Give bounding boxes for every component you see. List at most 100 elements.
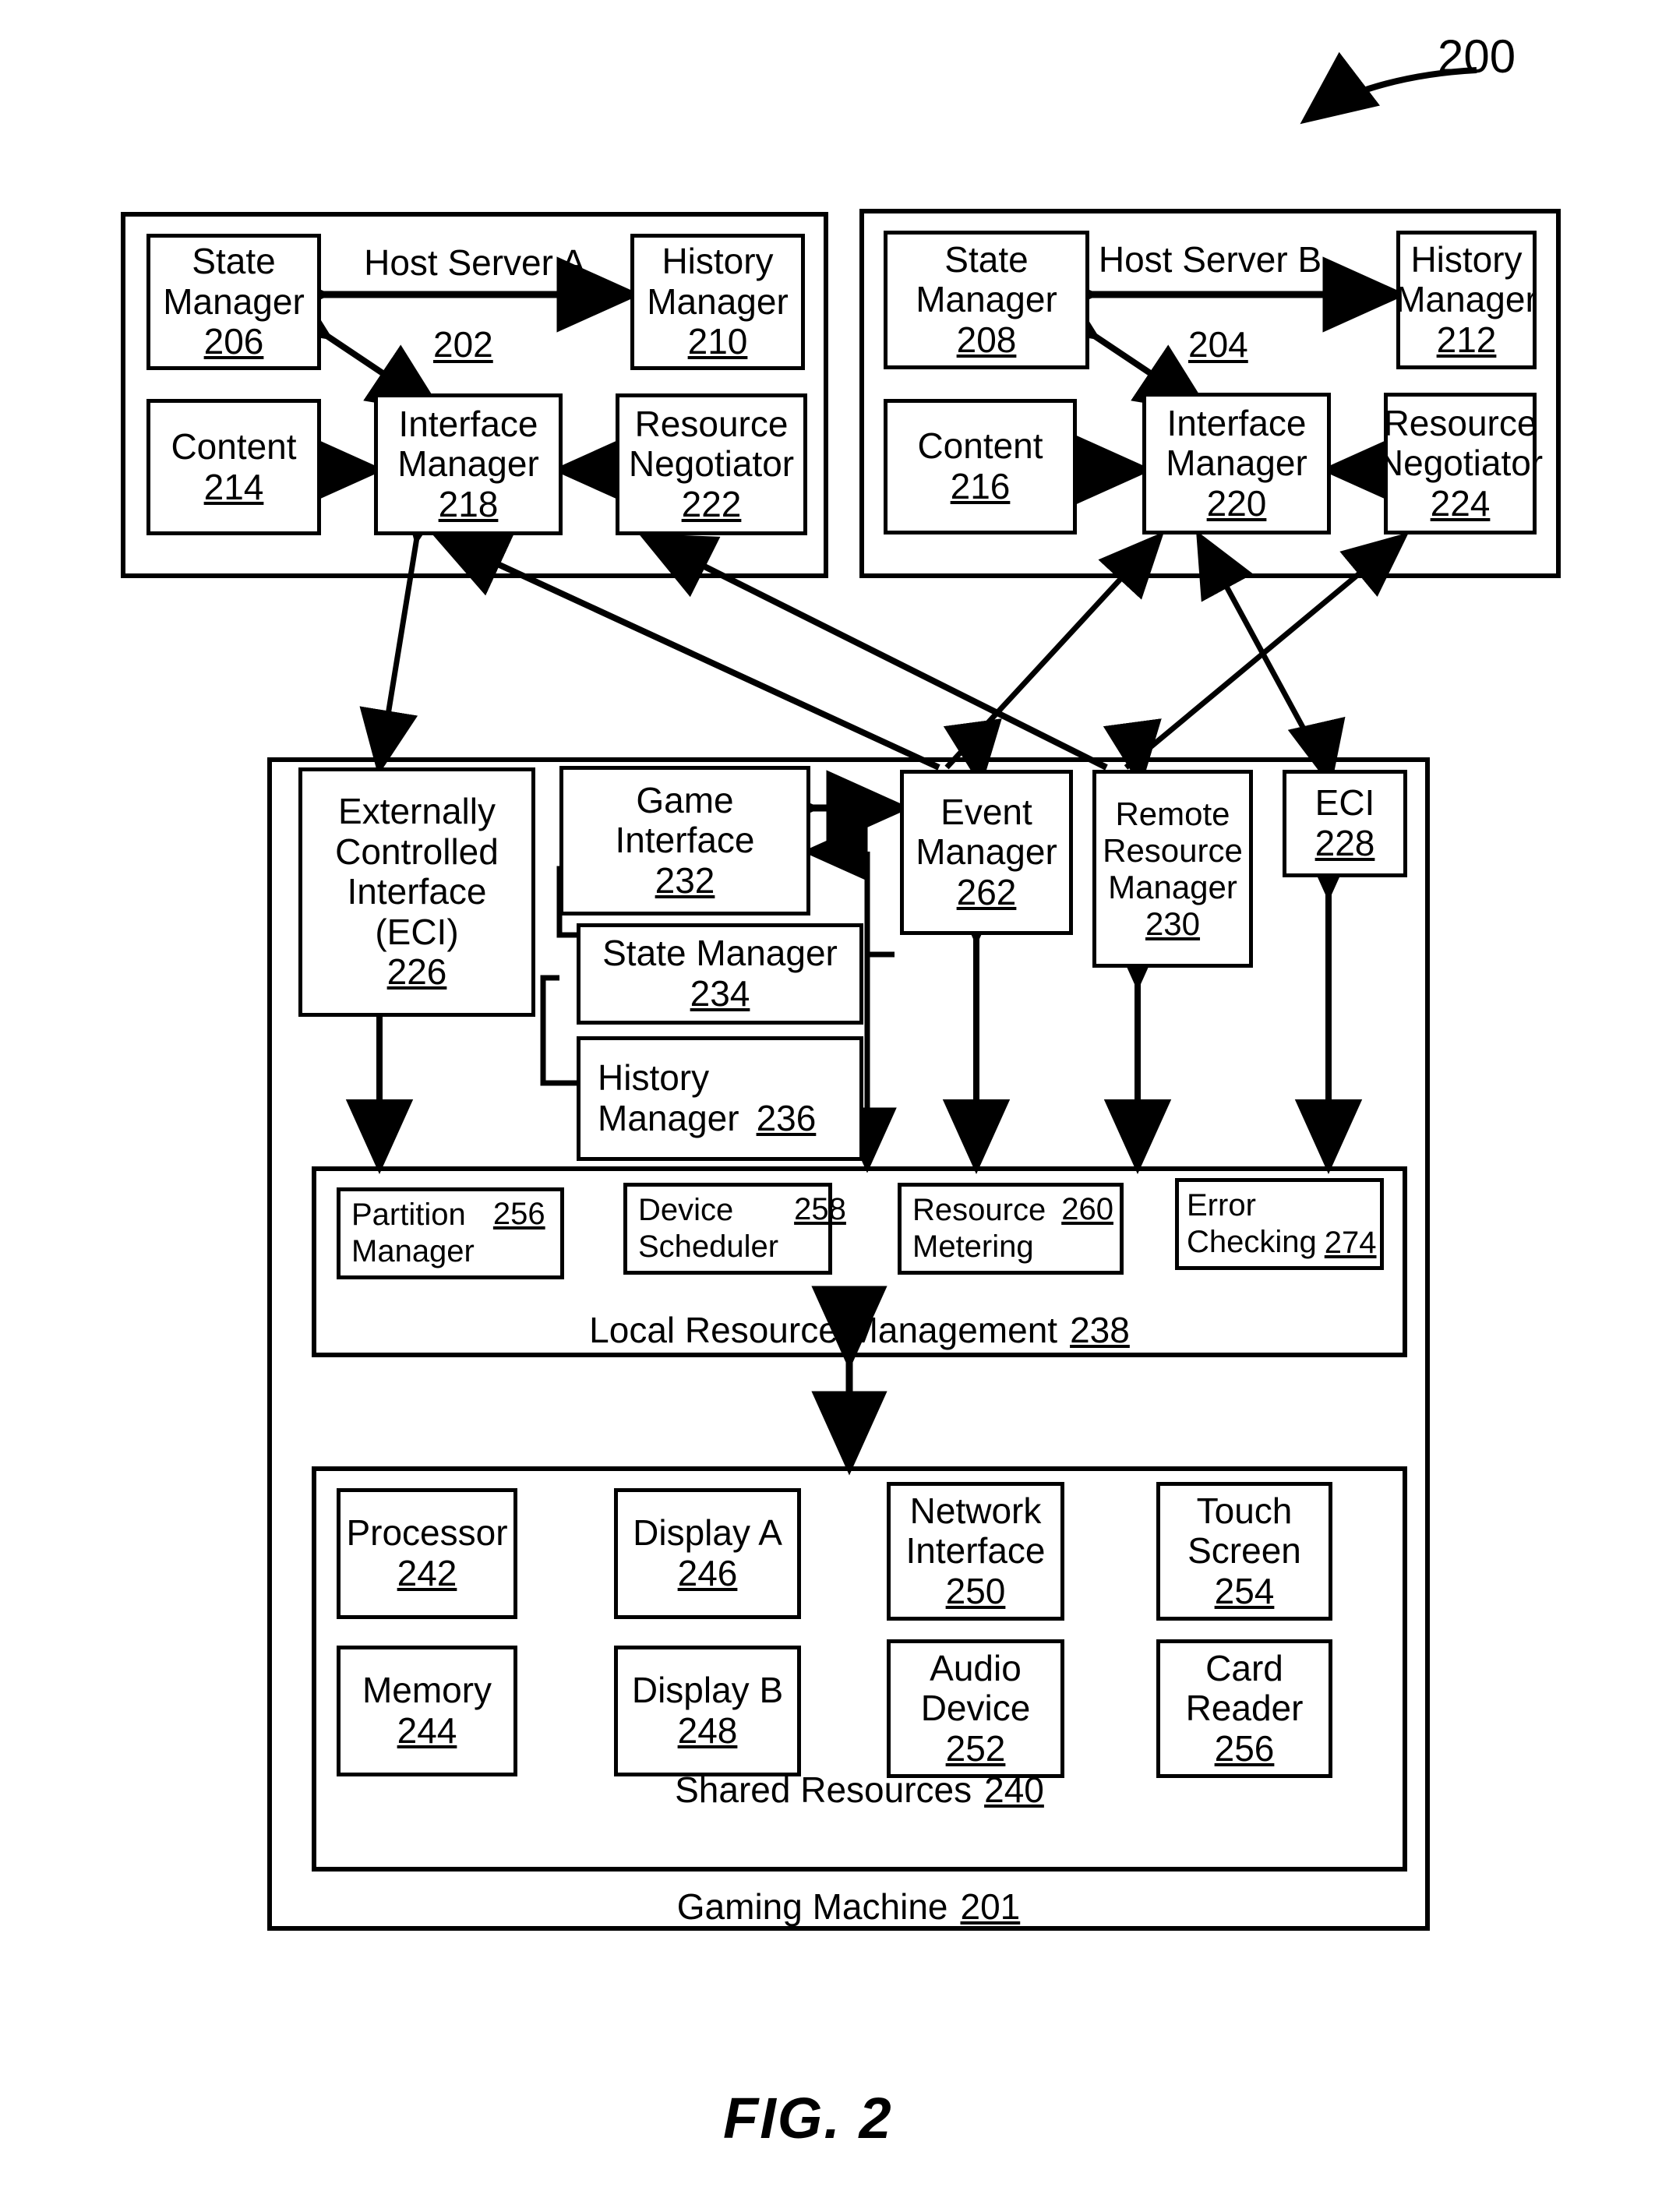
game-interface-ref: 232 bbox=[655, 859, 715, 901]
server-a-content[interactable]: Content 214 bbox=[146, 399, 321, 535]
server-b-interface-manager-line2: Manager bbox=[1166, 443, 1307, 484]
gaming-machine-title-row: Gaming Machine 201 bbox=[267, 1886, 1430, 1928]
server-b-content-ref: 216 bbox=[950, 466, 1011, 506]
local-resource-management-title-row: Local Resource Management 238 bbox=[312, 1309, 1407, 1351]
eci-line4: (ECI) bbox=[375, 911, 459, 952]
gm-history-manager[interactable]: History Manager 236 bbox=[577, 1036, 863, 1161]
processor-label: Processor bbox=[346, 1512, 508, 1554]
host-server-b-ref: 204 bbox=[1188, 324, 1248, 365]
server-a-history-manager[interactable]: History Manager 210 bbox=[630, 234, 805, 370]
card-reader-ref: 256 bbox=[1214, 1727, 1275, 1769]
gaming-machine-title: Gaming Machine bbox=[676, 1886, 948, 1927]
local-resource-management-ref: 238 bbox=[1070, 1310, 1130, 1350]
server-b-state-manager[interactable]: State Manager 208 bbox=[884, 231, 1089, 369]
server-a-history-manager-line2: Manager bbox=[647, 280, 789, 322]
game-interface-line1: Game bbox=[636, 779, 734, 820]
card-reader[interactable]: Card Reader 256 bbox=[1156, 1639, 1332, 1778]
server-a-interface-manager-ref: 218 bbox=[438, 483, 499, 524]
server-b-resource-negotiator-ref: 224 bbox=[1430, 482, 1491, 524]
gm-history-manager-ref: 236 bbox=[756, 1098, 817, 1138]
display-a-ref: 246 bbox=[677, 1553, 738, 1593]
server-a-state-manager-ref: 206 bbox=[203, 321, 264, 362]
server-b-history-manager-line2: Manager bbox=[1396, 279, 1537, 320]
partition-manager-line1: Partition bbox=[351, 1197, 466, 1232]
processor-ref: 242 bbox=[397, 1553, 457, 1593]
server-a-resource-negotiator-line1: Resource bbox=[634, 403, 789, 444]
device-scheduler[interactable]: Device Scheduler 258 bbox=[623, 1183, 846, 1275]
audio-device-line1: Audio bbox=[930, 1647, 1022, 1688]
server-b-history-manager[interactable]: History Manager 212 bbox=[1396, 231, 1537, 369]
eci-line2: Controlled bbox=[335, 831, 499, 872]
gm-state-manager[interactable]: State Manager 234 bbox=[577, 923, 863, 1025]
remote-resource-manager-line1: Remote bbox=[1115, 795, 1230, 832]
touch-screen-line1: Touch bbox=[1196, 1490, 1293, 1531]
audio-device-ref: 252 bbox=[945, 1727, 1006, 1769]
display-b[interactable]: Display B 248 bbox=[614, 1646, 801, 1776]
eci-228-ref: 228 bbox=[1314, 823, 1375, 863]
server-a-resource-negotiator[interactable]: Resource Negotiator 222 bbox=[616, 393, 807, 535]
memory-ref: 244 bbox=[397, 1710, 457, 1751]
error-checking-ref: 274 bbox=[1324, 1226, 1377, 1261]
partition-manager[interactable]: Partition Manager 256 bbox=[337, 1187, 564, 1279]
figure-caption: FIG. 2 bbox=[723, 2086, 893, 2150]
server-a-interface-manager[interactable]: Interface Manager 218 bbox=[374, 393, 563, 535]
server-a-state-manager-line1: State bbox=[192, 241, 276, 282]
eci-ref: 226 bbox=[386, 951, 447, 993]
eci-line1: Externally bbox=[338, 791, 496, 832]
remote-resource-manager-line2: Resource bbox=[1103, 831, 1243, 869]
resource-metering-line1: Resource bbox=[912, 1192, 1046, 1227]
memory[interactable]: Memory 244 bbox=[337, 1646, 517, 1776]
server-b-content[interactable]: Content 216 bbox=[884, 399, 1077, 534]
resource-metering-ref: 260 bbox=[1061, 1191, 1113, 1226]
eci-228-label: ECI bbox=[1314, 782, 1375, 824]
server-b-resource-negotiator-line1: Resource bbox=[1383, 402, 1537, 443]
remote-resource-manager-ref: 230 bbox=[1145, 905, 1201, 943]
event-manager-line2: Manager bbox=[916, 831, 1057, 873]
server-b-history-manager-line1: History bbox=[1410, 238, 1523, 280]
figure-canvas: Host Server A 202 State Manager 206 Hist… bbox=[0, 0, 1655, 2212]
processor[interactable]: Processor 242 bbox=[337, 1488, 517, 1619]
server-b-interface-manager[interactable]: Interface Manager 220 bbox=[1142, 393, 1331, 534]
server-b-interface-manager-line1: Interface bbox=[1166, 402, 1307, 443]
server-b-state-manager-ref: 208 bbox=[956, 319, 1017, 360]
touch-screen[interactable]: Touch Screen 254 bbox=[1156, 1482, 1332, 1621]
server-b-content-label: Content bbox=[917, 425, 1043, 467]
display-b-ref: 248 bbox=[677, 1710, 738, 1751]
game-interface[interactable]: Game Interface 232 bbox=[559, 766, 810, 915]
local-resource-management-title: Local Resource Management bbox=[589, 1310, 1058, 1350]
externally-controlled-interface[interactable]: Externally Controlled Interface (ECI) 22… bbox=[298, 767, 535, 1017]
device-scheduler-ref: 258 bbox=[794, 1191, 846, 1226]
host-server-a-ref: 202 bbox=[433, 324, 493, 365]
device-scheduler-line1: Device bbox=[638, 1192, 734, 1227]
touch-screen-line2: Screen bbox=[1187, 1530, 1301, 1572]
resource-metering[interactable]: Resource Metering 260 bbox=[898, 1183, 1124, 1275]
audio-device[interactable]: Audio Device 252 bbox=[887, 1639, 1064, 1778]
server-a-resource-negotiator-ref: 222 bbox=[681, 483, 742, 524]
touch-screen-ref: 254 bbox=[1214, 1570, 1275, 1611]
server-a-state-manager-line2: Manager bbox=[163, 280, 305, 322]
partition-manager-line2: Manager bbox=[351, 1234, 475, 1268]
display-a-label: Display A bbox=[633, 1512, 782, 1554]
event-manager[interactable]: Event Manager 262 bbox=[900, 770, 1073, 935]
gm-history-manager-line2: Manager bbox=[598, 1098, 739, 1138]
server-a-content-ref: 214 bbox=[203, 466, 264, 507]
audio-device-line2: Device bbox=[920, 1688, 1031, 1729]
network-interface-line2: Interface bbox=[905, 1530, 1046, 1572]
error-checking[interactable]: Error Checking 274 bbox=[1175, 1178, 1384, 1270]
network-interface-ref: 250 bbox=[945, 1570, 1006, 1611]
server-b-resource-negotiator[interactable]: Resource Negotiator 224 bbox=[1378, 393, 1543, 534]
server-a-interface-manager-line1: Interface bbox=[398, 403, 538, 444]
server-b-interface-manager-ref: 220 bbox=[1206, 482, 1267, 524]
remote-resource-manager[interactable]: Remote Resource Manager 230 bbox=[1092, 770, 1253, 968]
card-reader-line1: Card bbox=[1205, 1647, 1283, 1688]
server-a-history-manager-ref: 210 bbox=[687, 321, 748, 362]
server-a-state-manager[interactable]: State Manager 206 bbox=[146, 234, 321, 370]
display-a[interactable]: Display A 246 bbox=[614, 1488, 801, 1619]
server-b-state-manager-line1: State bbox=[944, 238, 1029, 280]
server-a-resource-negotiator-line2: Negotiator bbox=[628, 443, 795, 485]
network-interface[interactable]: Network Interface 250 bbox=[887, 1482, 1064, 1621]
display-b-label: Display B bbox=[631, 1670, 784, 1711]
eci-228[interactable]: ECI 228 bbox=[1283, 770, 1407, 877]
game-interface-line2: Interface bbox=[615, 820, 755, 861]
error-checking-line2: Checking bbox=[1187, 1225, 1317, 1259]
